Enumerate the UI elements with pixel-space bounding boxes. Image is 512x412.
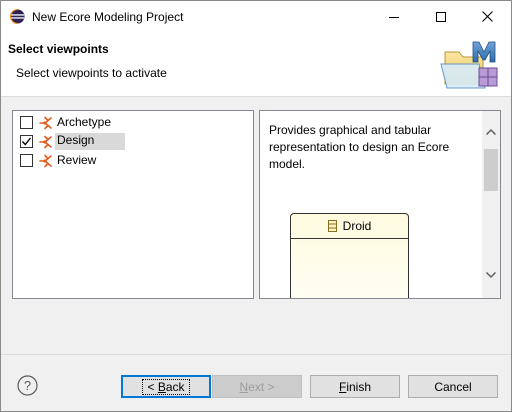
minimize-button[interactable] <box>371 1 417 32</box>
viewpoint-icon <box>39 116 53 130</box>
viewpoint-item-design[interactable]: Design <box>13 132 253 151</box>
finish-button-label: Finish <box>338 379 372 394</box>
viewpoint-description-panel[interactable]: Provides graphical and tabular represent… <box>259 110 501 299</box>
checkmark-icon <box>21 137 32 146</box>
scroll-thumb[interactable] <box>484 149 498 191</box>
scroll-down-icon[interactable] <box>484 268 498 282</box>
vertical-scrollbar[interactable] <box>482 111 500 298</box>
viewpoint-icon <box>39 135 53 149</box>
back-button[interactable]: < Back <box>121 375 211 398</box>
page-description: Select viewpoints to activate <box>16 66 167 80</box>
scroll-up-icon[interactable] <box>484 125 498 139</box>
window-title: New Ecore Modeling Project <box>32 10 184 24</box>
viewpoint-list[interactable]: Archetype Design Review <box>12 110 254 299</box>
viewpoint-checkbox-design[interactable] <box>20 135 33 148</box>
back-button-label: < Back <box>142 378 190 395</box>
viewpoint-icon <box>39 154 53 168</box>
page-title: Select viewpoints <box>8 42 109 56</box>
eclass-icon <box>327 220 337 232</box>
help-icon[interactable]: ? <box>17 375 38 396</box>
viewpoint-label: Review <box>57 153 97 167</box>
cancel-button[interactable]: Cancel <box>408 375 498 398</box>
viewpoint-checkbox-review[interactable] <box>20 154 33 167</box>
svg-text:?: ? <box>24 378 31 393</box>
minimize-icon <box>389 16 399 18</box>
next-button-label: Next > <box>239 379 275 394</box>
modeling-project-wizard-icon <box>439 38 501 94</box>
class-header: Droid <box>291 214 408 239</box>
eclipse-icon <box>9 8 25 25</box>
viewpoint-item-archetype[interactable]: Archetype <box>13 113 253 132</box>
diagram-preview-class: Droid <box>290 213 409 298</box>
viewpoint-checkbox-archetype[interactable] <box>20 116 33 129</box>
viewpoint-label: Archetype <box>57 115 112 129</box>
next-button[interactable]: Next > <box>212 375 302 398</box>
close-button[interactable] <box>464 1 510 32</box>
wizard-banner: Select viewpoints Select viewpoints to a… <box>1 32 511 97</box>
close-icon <box>481 11 493 22</box>
title-bar[interactable]: New Ecore Modeling Project <box>1 1 511 32</box>
divider <box>1 354 511 355</box>
finish-button[interactable]: Finish <box>310 375 400 398</box>
maximize-icon <box>436 11 446 22</box>
viewpoint-description: Provides graphical and tabular represent… <box>269 123 450 171</box>
viewpoint-item-review[interactable]: Review <box>13 151 253 170</box>
wizard-window: New Ecore Modeling Project Select viewpo… <box>0 0 512 412</box>
viewpoint-label: Design <box>55 133 125 150</box>
class-name: Droid <box>342 219 372 233</box>
maximize-button[interactable] <box>418 1 464 32</box>
